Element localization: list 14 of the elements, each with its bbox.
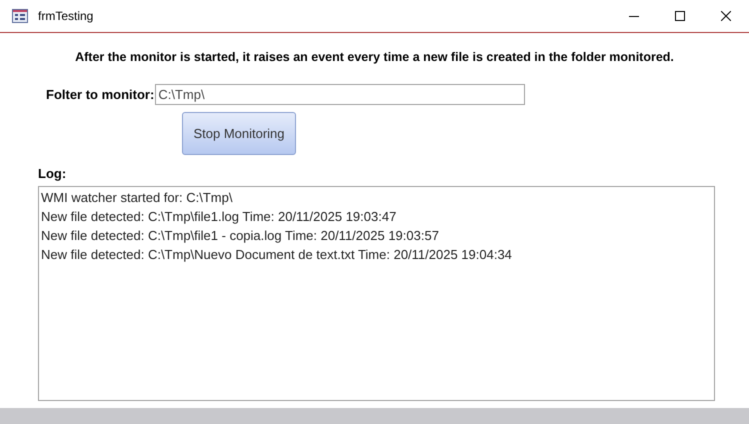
log-label: Log: xyxy=(38,166,68,181)
close-icon xyxy=(721,11,731,21)
field-label: Folter to monitor: xyxy=(46,87,154,102)
folder-field[interactable]: C:\Tmp\ xyxy=(155,84,526,105)
stop-monitoring-button[interactable]: Stop Monitoring xyxy=(182,112,296,155)
log-line: New file detected: C:\Tmp\Nuevo Document de text.txt Time: 20/11/2025 19:04:34 xyxy=(41,246,513,264)
description-text: After the monitor is started, it raises an event every time a new file is created in the folder monitored. xyxy=(75,50,674,64)
log-line: New file detected: C:\Tmp\file1.log Time: 20/11/2025 19:03:47 xyxy=(41,208,398,226)
form-icon xyxy=(12,9,28,23)
log-box[interactable] xyxy=(38,186,715,401)
window-title: frmTesting xyxy=(38,9,94,23)
log-line: WMI watcher started for: C:\Tmp\ xyxy=(41,189,234,207)
log-line: New file detected: C:\Tmp\file1 - copia.log Time: 20/11/2025 19:03:57 xyxy=(41,227,440,245)
maximize-icon xyxy=(675,11,685,21)
